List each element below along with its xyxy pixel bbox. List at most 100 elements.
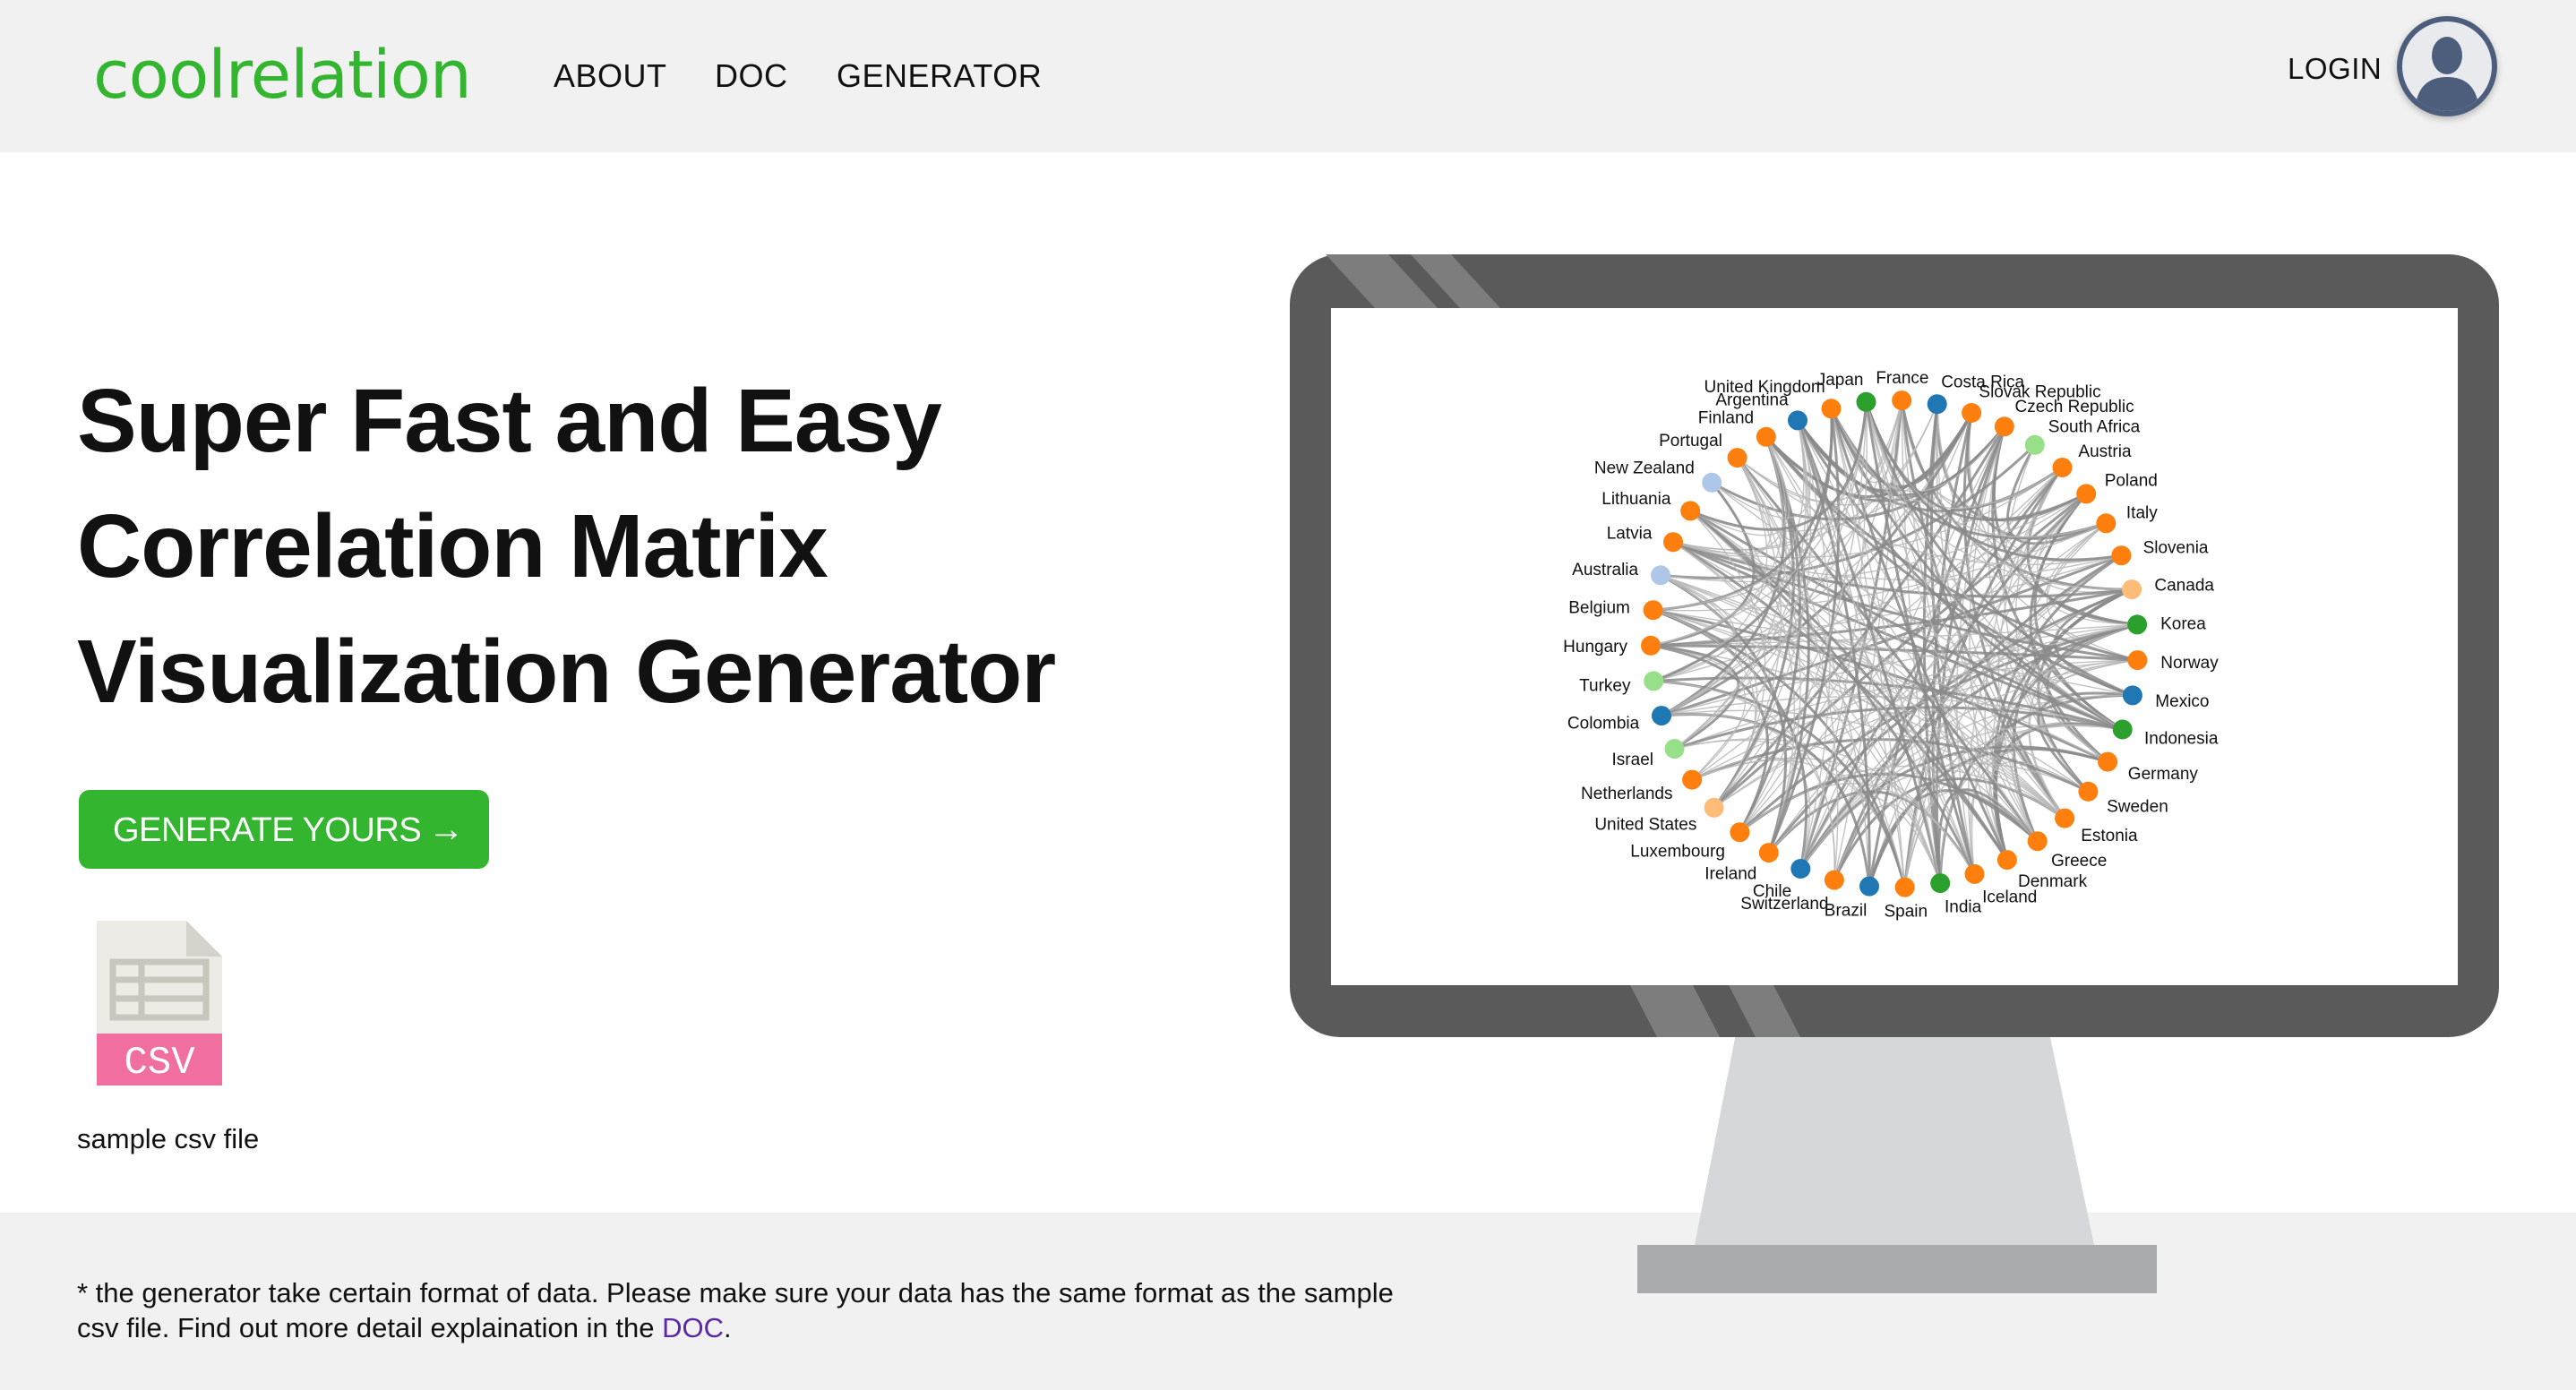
- chart-node-label: Israel: [1612, 751, 1653, 769]
- monitor-illustration: France Costa RicaSlovak RepublicCzech Rep…: [1290, 254, 2499, 1293]
- chart-node-label: Lithuania: [1601, 490, 1671, 509]
- chart-node-label: Brazil: [1825, 901, 1868, 920]
- chart-node-estonia[interactable]: [2055, 808, 2075, 828]
- chart-node-italy[interactable]: [2096, 513, 2117, 534]
- chart-node-spain[interactable]: [1894, 877, 1915, 897]
- nav-doc[interactable]: DOC: [715, 54, 788, 99]
- chart-node-label: Italy: [2126, 504, 2158, 523]
- chart-node-label: Latvia: [1607, 524, 1653, 543]
- chart-node-new-zealand[interactable]: [1702, 472, 1722, 493]
- chart-node-latvia[interactable]: [1663, 532, 1683, 553]
- chart-node-label: Belgium: [1568, 599, 1630, 618]
- chart-node-portugal[interactable]: [1727, 448, 1747, 468]
- chart-node-australia[interactable]: [1651, 565, 1670, 586]
- format-note: * the generator take certain format of d…: [77, 1275, 1421, 1345]
- csv-file-icon[interactable]: CSV: [97, 921, 222, 1085]
- chart-node-austria[interactable]: [2052, 458, 2073, 477]
- csv-caption[interactable]: sample csv file: [77, 1121, 259, 1157]
- chart-node-switzerland[interactable]: [1824, 870, 1844, 890]
- chart-node-label: Luxembourg: [1630, 842, 1725, 861]
- header: coolrelation ABOUT DOC GENERATOR LOGIN: [0, 0, 2576, 152]
- monitor-base: [1637, 1245, 2157, 1293]
- chart-node-brazil[interactable]: [1859, 876, 1879, 897]
- nav-generator[interactable]: GENERATOR: [837, 54, 1042, 99]
- chart-node-label: Portugal: [1659, 432, 1722, 450]
- monitor-screen: [1331, 308, 2458, 985]
- chart-node-germany[interactable]: [2098, 751, 2118, 772]
- chart-node-netherlands[interactable]: [1682, 769, 1703, 790]
- chart-node-slovak-republic[interactable]: [1962, 403, 1982, 423]
- chart-node-label: Netherlands: [1581, 785, 1672, 803]
- chart-node-ireland[interactable]: [1758, 843, 1779, 863]
- chart-node-label: United Kingdom: [1704, 378, 1825, 397]
- nav-about[interactable]: ABOUT: [554, 54, 667, 99]
- user-avatar-icon[interactable]: [2397, 16, 2497, 116]
- chart-node-canada[interactable]: [2122, 579, 2142, 600]
- chart-node-indonesia[interactable]: [2112, 719, 2133, 740]
- chart-node-sweden[interactable]: [2078, 781, 2099, 802]
- generate-button-label: GENERATE YOURS: [113, 811, 422, 849]
- chart-node-united-states[interactable]: [1704, 797, 1724, 818]
- chart-node-label: Ireland: [1704, 864, 1756, 883]
- csv-icon-label: CSV: [124, 1041, 195, 1085]
- format-note-text: * the generator take certain format of d…: [77, 1277, 1394, 1343]
- chart-node-iceland[interactable]: [1964, 863, 1985, 884]
- chart-node-norway[interactable]: [2127, 650, 2148, 671]
- chart-node-chile[interactable]: [1790, 859, 1811, 879]
- arrow-right-icon: →: [428, 810, 464, 849]
- chart-node-united-kingdom[interactable]: [1821, 399, 1842, 419]
- login-link[interactable]: LOGIN: [2288, 47, 2382, 91]
- chart-node-lithuania[interactable]: [1680, 501, 1701, 521]
- chart-node-czech-republic[interactable]: [1994, 416, 2014, 437]
- chart-node-belgium[interactable]: [1643, 600, 1663, 621]
- chart-node-japan[interactable]: [1856, 391, 1876, 412]
- chart-node-mexico[interactable]: [2122, 685, 2142, 706]
- chart-node-label: Colombia: [1567, 715, 1640, 734]
- doc-link[interactable]: DOC: [662, 1312, 724, 1343]
- chart-node-label: Korea: [2160, 614, 2206, 633]
- chart-node-turkey[interactable]: [1644, 671, 1664, 691]
- chart-node-slovenia[interactable]: [2111, 545, 2132, 566]
- chart-node-label: Austria: [2078, 442, 2132, 461]
- chart-node-label: Germany: [2128, 765, 2199, 784]
- page-title: Super Fast and Easy Correlation Matrix V…: [77, 358, 1188, 734]
- headline-line-1: Super Fast and Easy: [77, 371, 942, 471]
- chart-node-israel[interactable]: [1664, 739, 1685, 759]
- chart-node-label: Japan: [1817, 371, 1864, 390]
- chart-node-label: New Zealand: [1594, 459, 1695, 478]
- monitor-stand: [1695, 1025, 2094, 1245]
- chart-node-india[interactable]: [1930, 873, 1951, 894]
- headline-line-2: Correlation Matrix: [77, 496, 829, 596]
- chart-node-luxembourg[interactable]: [1730, 822, 1750, 843]
- chart-node-label: Norway: [2160, 654, 2219, 673]
- headline-line-3: Visualization Generator: [77, 622, 1056, 722]
- chart-node-label: Finland: [1698, 409, 1754, 428]
- chart-node-label: Estonia: [2081, 827, 2138, 845]
- chart-node-label: Greece: [2051, 852, 2107, 871]
- chart-node-label: Czech Republic: [2015, 398, 2134, 416]
- chart-node-label: Indonesia: [2144, 730, 2219, 749]
- chart-node-poland[interactable]: [2076, 484, 2097, 504]
- chart-node-label: Spain: [1884, 903, 1928, 922]
- chart-node-label: Australia: [1572, 561, 1638, 579]
- chart-node-south-africa[interactable]: [2024, 434, 2045, 455]
- chart-node-denmark[interactable]: [1996, 850, 2017, 871]
- chart-node-label: South Africa: [2048, 418, 2141, 437]
- chart-node-greece[interactable]: [2027, 831, 2048, 852]
- chart-node-label: Slovenia: [2143, 539, 2209, 558]
- chart-node-label: India: [1945, 898, 1982, 917]
- logo-link[interactable]: coolrelation: [93, 30, 472, 120]
- chart-node-label: Iceland: [1982, 888, 2037, 906]
- chart-node-argentina[interactable]: [1788, 410, 1807, 431]
- chart-node-label: Hungary: [1563, 638, 1627, 656]
- user-silhouette-icon: [2415, 37, 2479, 111]
- chart-node-finland[interactable]: [1756, 426, 1776, 447]
- chart-node-hungary[interactable]: [1641, 635, 1661, 656]
- chart-node-colombia[interactable]: [1652, 706, 1671, 726]
- chart-node-label: Sweden: [2107, 798, 2168, 817]
- generate-yours-button[interactable]: GENERATE YOURS →: [79, 790, 489, 869]
- chart-node-france[interactable]: [1892, 390, 1912, 411]
- chart-node-label: Poland: [2105, 471, 2158, 490]
- chart-node-costa-rica[interactable]: [1927, 394, 1947, 415]
- chart-node-korea[interactable]: [2127, 614, 2148, 635]
